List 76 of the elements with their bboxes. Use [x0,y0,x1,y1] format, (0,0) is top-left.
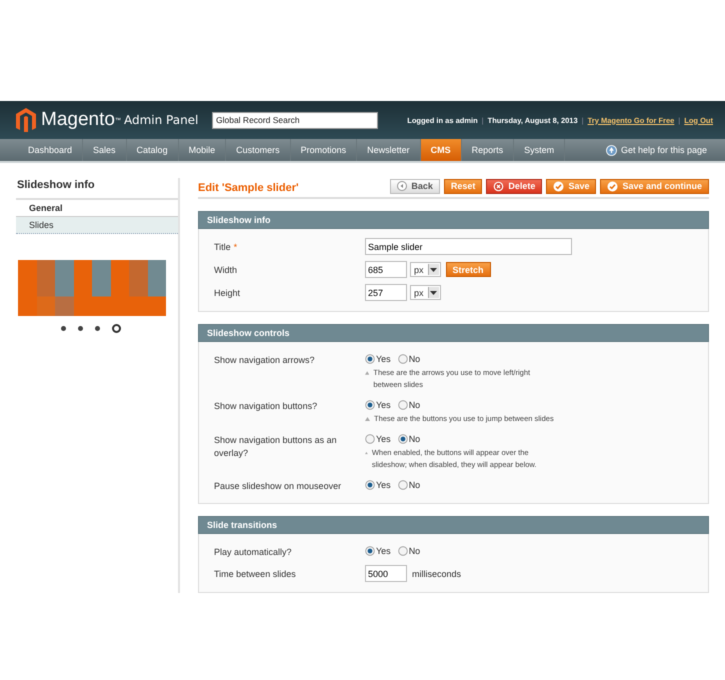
field-label: Width [214,264,238,277]
radio-button[interactable] [365,546,375,556]
triangle-icon [365,451,368,455]
search-field[interactable]: Global Record Search [212,112,378,128]
delete-icon [493,180,504,192]
option-label: No [408,400,420,410]
nav-item[interactable]: CMS [420,139,462,161]
option-label: Yes [376,546,391,556]
pager-dot[interactable] [78,326,83,331]
option-label: No [408,546,420,556]
help-link[interactable]: Get help for this page [620,145,707,155]
radio-button[interactable] [365,434,375,444]
option-label: No [408,480,420,490]
check-icon [607,180,618,192]
field-label: Time between slides [214,568,297,581]
unit-dropdown[interactable]: px [410,262,441,277]
action-button[interactable]: Back [390,178,440,194]
radio-button[interactable] [398,400,408,410]
sidebar-tab[interactable]: Slides [16,217,178,234]
radio-button[interactable] [365,400,375,410]
nav-item[interactable]: Mobile [178,139,226,161]
check-icon [553,180,564,192]
unit-dropdown[interactable]: px [410,285,441,300]
action-button[interactable]: Delete [486,178,542,194]
action-button[interactable]: Save and continue [600,178,709,194]
logo-subtitle: Admin Panel [124,113,198,127]
triangle-icon [365,371,370,375]
action-button[interactable]: Save [546,178,596,194]
nav-item[interactable]: Sales [83,139,127,161]
section-header: Slide transitions [198,516,709,534]
pager-dot[interactable] [95,326,100,331]
stretch-button[interactable]: Stretch [446,262,491,277]
field-label: Show navigation buttons? [214,400,318,413]
pager-dot[interactable] [112,324,121,333]
number-field[interactable]: 5000 [365,565,407,582]
help-icon [606,144,617,156]
logo-text: Magento [41,109,115,131]
section-header: Slideshow controls [198,324,709,342]
field-label: Height [214,287,242,300]
caret-icon [430,268,438,272]
option-label: Yes [376,400,391,410]
action-button[interactable]: Reset [444,178,482,194]
field-label: Title * [214,241,238,254]
field-label: Show navigation arrows? [214,354,316,367]
section-header: Slideshow info [198,211,709,229]
text-field[interactable]: Sample slider [365,238,572,255]
pager-dot[interactable] [61,326,66,331]
nav-item[interactable]: Customers [226,139,291,161]
nav-item[interactable]: System [514,139,566,161]
option-label: No [408,434,420,444]
option-label: Yes [376,354,391,364]
nav-item[interactable]: Dashboard [18,139,84,161]
radio-button[interactable] [398,354,408,364]
radio-button[interactable] [398,480,408,490]
option-label: No [408,354,420,364]
unit-label: milliseconds [412,568,462,578]
option-label: Yes [376,480,391,490]
nav-item[interactable]: Promotions [290,139,358,161]
number-field[interactable]: 685 [365,261,407,278]
caret-icon [430,290,438,294]
field-label: Show navigation buttons as an overlay? [214,434,338,460]
back-icon [397,181,408,191]
nav-item[interactable]: Reports [462,139,514,161]
triangle-icon [365,417,370,421]
field-label: Play automatically? [214,546,293,559]
option-label: Yes [376,434,391,444]
radio-button[interactable] [365,480,375,490]
logo-icon [16,108,36,132]
radio-button[interactable] [398,546,408,556]
number-field[interactable]: 257 [365,284,407,301]
radio-button[interactable] [365,354,375,364]
radio-button[interactable] [398,434,408,444]
required-mark: * [234,242,238,252]
page-title: Edit 'Sample slider' [198,182,299,194]
field-label: Pause slideshow on mouseover [214,480,342,493]
nav-item[interactable]: Catalog [126,139,179,161]
